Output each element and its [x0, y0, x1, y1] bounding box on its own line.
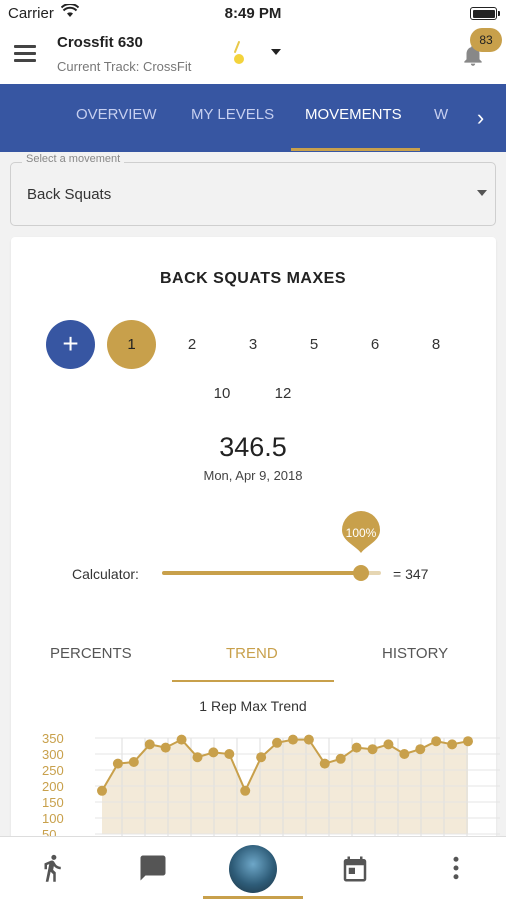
notification-badge: 83	[470, 28, 502, 52]
trend-point	[144, 739, 155, 750]
movement-select-label: Select a movement	[22, 153, 125, 165]
trend-point	[224, 749, 235, 759]
gym-name: Crossfit 630	[57, 34, 143, 51]
track-logo-icon[interactable]	[226, 36, 252, 66]
trend-point	[399, 749, 410, 759]
trend-point	[335, 753, 346, 764]
rep-option-1[interactable]: 1	[107, 320, 156, 369]
trend-point	[272, 737, 283, 748]
trend-point	[176, 734, 187, 745]
rep-option-3[interactable]: 3	[238, 336, 268, 353]
rep-option-6[interactable]: 6	[360, 336, 390, 353]
trend-point	[160, 742, 171, 753]
tab-percents[interactable]: PERCENTS	[50, 645, 132, 662]
trend-point	[351, 742, 362, 753]
hamburger-menu-icon[interactable]	[14, 44, 36, 62]
trend-point	[447, 739, 458, 750]
rep-option-2[interactable]: 2	[177, 336, 207, 353]
chevron-down-icon[interactable]	[477, 190, 487, 196]
tabs-next-chevron-icon[interactable]: ›	[455, 84, 506, 152]
trend-point	[415, 744, 426, 755]
trend-point	[383, 739, 394, 750]
trend-point	[287, 734, 298, 745]
y-tick-label: 150	[42, 795, 64, 810]
chart-title: 1 Rep Max Trend	[199, 698, 307, 714]
track-dropdown-icon[interactable]	[271, 49, 281, 55]
trend-point	[192, 752, 203, 763]
trend-point	[319, 758, 330, 769]
app-bar: Crossfit 630 Current Track: CrossFit 83	[0, 28, 506, 84]
y-tick-label: 250	[42, 763, 64, 778]
maxes-title: BACK SQUATS MAXES	[160, 270, 346, 287]
status-bar: Carrier 8:49 PM	[0, 0, 506, 28]
profile-active-indicator	[203, 896, 303, 899]
tab-movements[interactable]: MOVEMENTS	[305, 106, 402, 123]
slider-percent: 100%	[345, 526, 377, 540]
trend-point	[97, 785, 107, 796]
trend-chart: 35030025020015010050	[42, 731, 500, 838]
trend-point	[240, 785, 251, 796]
run-icon[interactable]	[37, 853, 67, 883]
more-vertical-icon[interactable]	[441, 853, 471, 883]
rep-option-5[interactable]: 5	[299, 336, 329, 353]
calendar-icon[interactable]	[340, 854, 370, 884]
current-track[interactable]: Current Track: CrossFit	[57, 59, 191, 74]
trend-point	[128, 757, 139, 767]
calculator-slider-thumb[interactable]	[353, 565, 369, 581]
trend-point	[367, 744, 378, 755]
clock: 8:49 PM	[224, 5, 282, 22]
profile-avatar[interactable]	[229, 845, 277, 893]
tab-overview[interactable]: OVERVIEW	[76, 106, 157, 123]
y-tick-label: 350	[42, 731, 64, 746]
rep-option-12[interactable]: 12	[268, 385, 298, 402]
rep-option-8[interactable]: 8	[421, 336, 451, 353]
tab-w[interactable]: W	[434, 106, 448, 123]
calculator-slider-track[interactable]	[162, 571, 361, 575]
section-tabs: OVERVIEW MY LEVELS MOVEMENTS W	[0, 84, 506, 152]
y-tick-label: 200	[42, 779, 64, 794]
active-tab-indicator	[291, 148, 420, 151]
trend-point	[208, 747, 219, 758]
trend-point	[463, 736, 473, 747]
max-value: 346.5	[219, 432, 287, 462]
tab-history[interactable]: HISTORY	[382, 645, 448, 662]
calculator-label: Calculator:	[72, 566, 139, 582]
tab-my-levels[interactable]: MY LEVELS	[191, 106, 274, 123]
trend-point	[303, 734, 314, 745]
y-tick-label: 300	[42, 747, 64, 762]
trend-point	[256, 752, 267, 763]
rep-option-10[interactable]: 10	[207, 385, 237, 402]
max-date: Mon, Apr 9, 2018	[203, 468, 303, 483]
calculator-result: = 347	[393, 566, 429, 582]
chat-icon[interactable]	[138, 853, 168, 883]
battery-icon	[470, 7, 500, 20]
trend-point	[431, 736, 442, 747]
y-tick-label: 100	[42, 811, 64, 826]
trend-point	[112, 758, 123, 769]
add-max-button[interactable]: +	[46, 320, 95, 369]
tab-trend[interactable]: TREND	[226, 645, 278, 662]
trend-tab-indicator	[172, 680, 334, 682]
movement-select-value[interactable]: Back Squats	[27, 186, 111, 203]
